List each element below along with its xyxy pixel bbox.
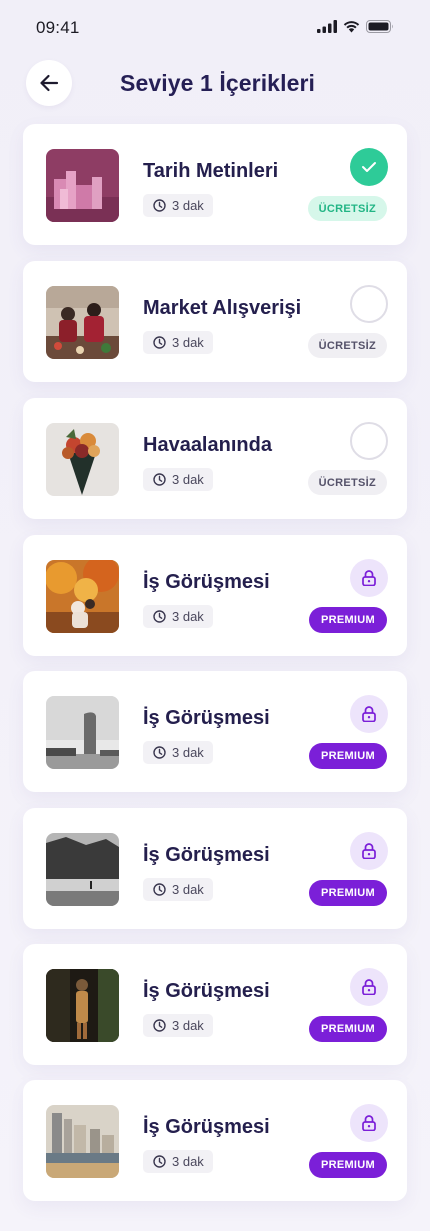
wifi-icon bbox=[343, 21, 360, 33]
lock-indicator bbox=[350, 832, 388, 870]
lock-indicator bbox=[350, 695, 388, 733]
duration-chip: 3 dak bbox=[143, 605, 213, 628]
thumbnail-image bbox=[46, 423, 119, 496]
lock-icon bbox=[362, 1115, 376, 1131]
signal-icon bbox=[317, 20, 337, 33]
content-card-is-gorusmesi-3[interactable]: İş Görüşmesi 3 dak PREMIUM bbox=[23, 808, 407, 929]
free-badge: ÜCRETSİZ bbox=[307, 470, 387, 495]
duration-label: 3 dak bbox=[172, 882, 204, 897]
status-bar: 09:41 bbox=[0, 0, 430, 56]
content-card-havaalaninda[interactable]: Havaalanında 3 dak ÜCRETSİZ bbox=[23, 398, 407, 519]
battery-icon bbox=[366, 20, 393, 33]
lock-icon bbox=[362, 979, 376, 995]
premium-badge: PREMIUM bbox=[308, 1016, 387, 1042]
progress-circle bbox=[350, 285, 388, 323]
header: Seviye 1 İçerikleri bbox=[0, 60, 430, 108]
content-card-is-gorusmesi-4[interactable]: İş Görüşmesi 3 dak PREMIUM bbox=[23, 944, 407, 1065]
duration-chip: 3 dak bbox=[143, 331, 213, 354]
lock-icon bbox=[362, 843, 376, 859]
duration-chip: 3 dak bbox=[143, 1150, 213, 1173]
content-title: İş Görüşmesi bbox=[143, 571, 270, 593]
clock-icon bbox=[153, 1155, 166, 1168]
duration-chip: 3 dak bbox=[143, 741, 213, 764]
screen: 09:41 Seviye 1 İçerikleri Tarih Metinler… bbox=[0, 0, 430, 1231]
page-title: Seviye 1 İçerikleri bbox=[120, 70, 315, 96]
premium-badge: PREMIUM bbox=[308, 880, 387, 906]
back-button[interactable] bbox=[26, 60, 72, 106]
clock-icon bbox=[153, 746, 166, 759]
content-title: İş Görüşmesi bbox=[143, 980, 270, 1002]
content-title: Tarih Metinleri bbox=[143, 160, 279, 182]
thumbnail-image bbox=[46, 1105, 119, 1178]
clock-icon bbox=[153, 610, 166, 623]
free-badge: ÜCRETSİZ bbox=[307, 333, 387, 358]
lock-indicator bbox=[350, 1104, 388, 1142]
clock-icon bbox=[153, 199, 166, 212]
duration-label: 3 dak bbox=[172, 1018, 204, 1033]
premium-badge: PREMIUM bbox=[308, 743, 387, 769]
content-title: Market Alışverişi bbox=[143, 297, 302, 319]
thumbnail-image bbox=[46, 833, 119, 906]
duration-label: 3 dak bbox=[172, 609, 204, 624]
clock-icon bbox=[153, 1019, 166, 1032]
progress-circle bbox=[350, 422, 388, 460]
content-card-tarih-metinleri[interactable]: Tarih Metinleri 3 dak ÜCRETSİZ bbox=[23, 124, 407, 245]
duration-chip: 3 dak bbox=[143, 468, 213, 491]
content-card-market-alisverisi[interactable]: Market Alışverişi 3 dak ÜCRETSİZ bbox=[23, 261, 407, 382]
content-card-is-gorusmesi-1[interactable]: İş Görüşmesi 3 dak PREMIUM bbox=[23, 535, 407, 656]
content-title: İş Görüşmesi bbox=[143, 707, 270, 729]
content-card-is-gorusmesi-2[interactable]: İş Görüşmesi 3 dak PREMIUM bbox=[23, 671, 407, 792]
duration-label: 3 dak bbox=[172, 745, 204, 760]
thumbnail-image bbox=[46, 969, 119, 1042]
clock-icon bbox=[153, 883, 166, 896]
premium-badge: PREMIUM bbox=[308, 1152, 387, 1178]
duration-chip: 3 dak bbox=[143, 1014, 213, 1037]
completed-check bbox=[350, 148, 388, 186]
content-title: İş Görüşmesi bbox=[143, 1116, 270, 1138]
duration-label: 3 dak bbox=[172, 472, 204, 487]
status-icons bbox=[317, 20, 394, 33]
free-badge: ÜCRETSİZ bbox=[307, 196, 387, 221]
thumbnail-image bbox=[46, 696, 119, 769]
duration-chip: 3 dak bbox=[143, 878, 213, 901]
clock-icon bbox=[153, 473, 166, 486]
thumbnail-image bbox=[46, 286, 119, 359]
arrow-left-icon bbox=[40, 74, 59, 92]
lock-indicator bbox=[350, 968, 388, 1006]
check-icon bbox=[362, 162, 376, 172]
content-card-is-gorusmesi-5[interactable]: İş Görüşmesi 3 dak PREMIUM bbox=[23, 1080, 407, 1201]
duration-label: 3 dak bbox=[172, 198, 204, 213]
duration-label: 3 dak bbox=[172, 1154, 204, 1169]
premium-badge: PREMIUM bbox=[308, 607, 387, 633]
status-time: 09:41 bbox=[36, 18, 80, 37]
thumbnail-image bbox=[46, 149, 119, 222]
duration-chip: 3 dak bbox=[143, 194, 213, 217]
clock-icon bbox=[153, 336, 166, 349]
lock-icon bbox=[362, 706, 376, 722]
content-title: Havaalanında bbox=[143, 434, 272, 456]
duration-label: 3 dak bbox=[172, 335, 204, 350]
lock-indicator bbox=[350, 559, 388, 597]
content-title: İş Görüşmesi bbox=[143, 844, 270, 866]
lock-icon bbox=[362, 570, 376, 586]
thumbnail-image bbox=[46, 560, 119, 633]
